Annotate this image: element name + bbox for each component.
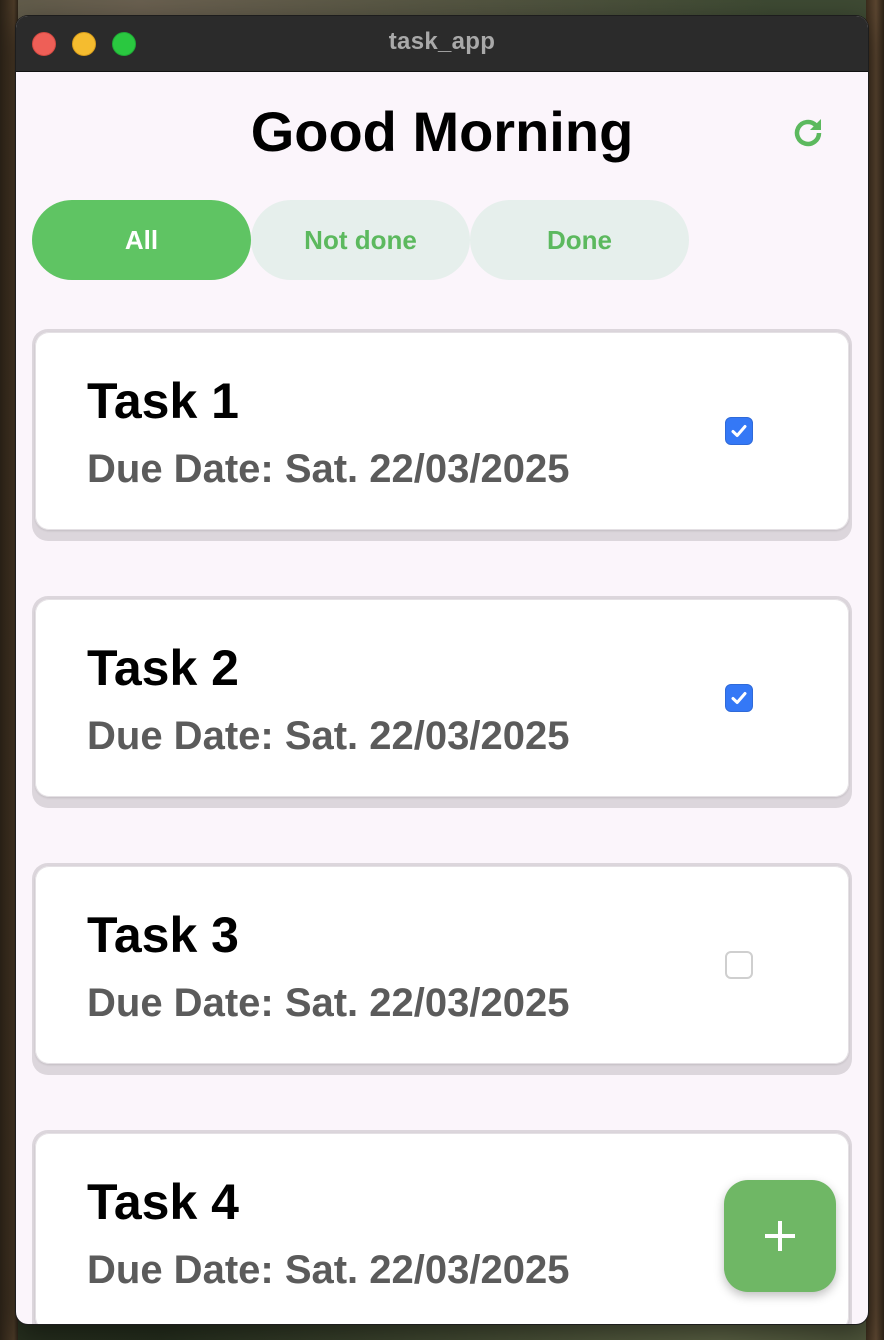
task-card-body: Task 1 Due Date: Sat. 22/03/2025 — [35, 332, 849, 530]
task-card-body: Task 2 Due Date: Sat. 22/03/2025 — [35, 599, 849, 797]
filter-chips: All Not done Done — [32, 200, 689, 280]
task-due-date: Due Date: Sat. 22/03/2025 — [87, 714, 570, 758]
filter-not-done-chip[interactable]: Not done — [251, 200, 470, 280]
task-due-date: Due Date: Sat. 22/03/2025 — [87, 1248, 570, 1292]
task-title: Task 1 — [87, 373, 239, 429]
task-title: Task 3 — [87, 907, 239, 963]
task-card[interactable]: Task 1 Due Date: Sat. 22/03/2025 — [32, 329, 852, 541]
plus-icon — [765, 1221, 795, 1251]
task-title: Task 4 — [87, 1174, 239, 1230]
refresh-icon — [794, 119, 822, 147]
task-done-checkbox[interactable] — [725, 951, 753, 979]
refresh-button[interactable] — [788, 113, 828, 153]
task-title: Task 2 — [87, 640, 239, 696]
task-card[interactable]: Task 3 Due Date: Sat. 22/03/2025 — [32, 863, 852, 1075]
task-done-checkbox[interactable] — [725, 684, 753, 712]
add-task-button[interactable] — [724, 1180, 836, 1292]
task-card[interactable]: Task 2 Due Date: Sat. 22/03/2025 — [32, 596, 852, 808]
app-window: task_app Good Morning All Not done Done … — [16, 16, 868, 1324]
checkmark-icon — [731, 425, 747, 437]
task-list: Task 1 Due Date: Sat. 22/03/2025 Task 2 … — [32, 329, 852, 1324]
filter-done-chip[interactable]: Done — [470, 200, 689, 280]
task-due-date: Due Date: Sat. 22/03/2025 — [87, 447, 570, 491]
filter-all-chip[interactable]: All — [32, 200, 251, 280]
checkmark-icon — [731, 692, 747, 704]
title-bar[interactable]: task_app — [16, 16, 868, 72]
task-card-body: Task 3 Due Date: Sat. 22/03/2025 — [35, 866, 849, 1064]
window-title: task_app — [388, 28, 496, 55]
page-title: Good Morning — [250, 100, 634, 163]
task-due-date: Due Date: Sat. 22/03/2025 — [87, 981, 570, 1025]
task-done-checkbox[interactable] — [725, 417, 753, 445]
main-content: Good Morning All Not done Done Task 1 Du… — [16, 73, 868, 1324]
